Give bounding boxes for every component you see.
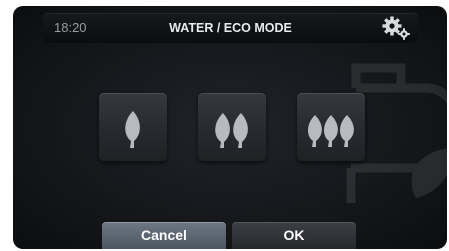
eco-mode-screen: 18:20 WATER / ECO MODE Cancel OK: [13, 6, 447, 249]
eco-level-1-button[interactable]: [99, 93, 167, 161]
ok-button[interactable]: OK: [232, 222, 356, 249]
triple-leaf-icon: [307, 115, 354, 147]
header-bar: 18:20 WATER / ECO MODE: [43, 13, 418, 43]
eco-level-2-button[interactable]: [198, 93, 266, 161]
double-leaf-icon: [215, 113, 248, 148]
settings-gears-icon[interactable]: [380, 15, 412, 41]
cancel-button[interactable]: Cancel: [102, 222, 226, 249]
screen-title: WATER / ECO MODE: [169, 21, 292, 35]
eco-level-3-button[interactable]: [297, 93, 365, 161]
single-leaf-icon: [125, 111, 140, 148]
